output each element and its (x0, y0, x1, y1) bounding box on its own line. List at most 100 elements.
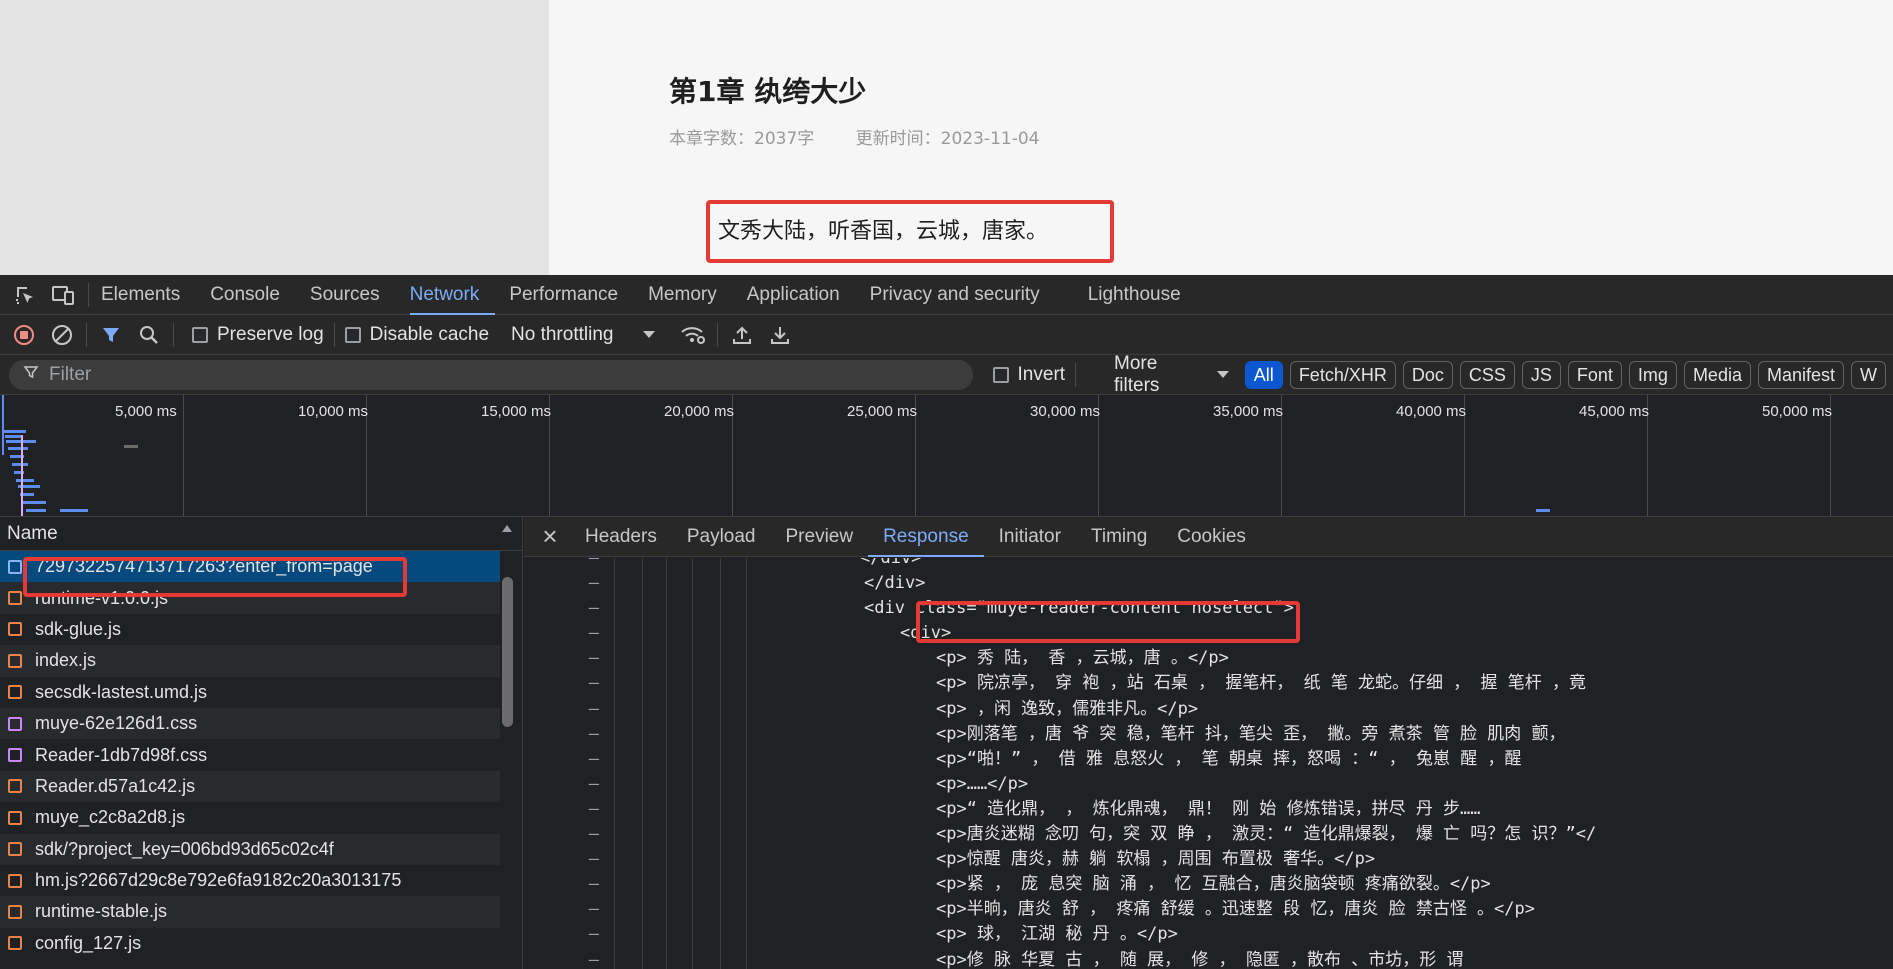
request-row[interactable]: Reader-1db7d98f.css (0, 739, 500, 770)
filter-funnel-icon[interactable] (97, 321, 125, 349)
throttling-select[interactable]: No throttling (511, 324, 656, 346)
devtools-main-tabs: Elements Console Sources Network Perform… (0, 275, 1893, 315)
preserve-log-checkbox[interactable]: Preserve log (192, 324, 324, 346)
tab-cookies[interactable]: Cookies (1162, 517, 1261, 557)
request-row[interactable]: sdk/?project_key=006bd93d65c02c4f (0, 833, 500, 865)
disable-cache-label: Disable cache (369, 323, 490, 345)
line-gutter-dash: – (588, 558, 599, 568)
waterfall-bar (60, 509, 88, 512)
request-row[interactable]: secsdk-lastest.umd.js (0, 677, 500, 708)
request-name: muye-62e126d1.css (35, 713, 198, 734)
request-row[interactable]: muye-62e126d1.css (0, 707, 500, 740)
filter-chip-doc[interactable]: Doc (1402, 360, 1453, 389)
code-text: <div class="muye-reader-content noselect… (864, 598, 1294, 619)
document-icon (8, 559, 22, 574)
search-icon[interactable] (135, 321, 163, 349)
name-column-header[interactable]: Name (0, 517, 522, 551)
tab-headers[interactable]: Headers (570, 517, 672, 557)
filter-input[interactable] (49, 363, 949, 386)
request-name: Reader.d57a1c42.js (35, 775, 196, 796)
code-text: <p>“ 造化鼎， ， 炼化鼎魂， 鼎！ 刚 始 修炼错误，拼尽 丹 步…… (936, 798, 1481, 819)
filter-chip-img[interactable]: Img (1628, 360, 1677, 389)
device-toolbar-icon[interactable] (50, 282, 76, 308)
request-row[interactable]: config_127.js (0, 928, 500, 959)
tab-elements[interactable]: Elements (101, 275, 196, 315)
import-har-icon[interactable] (728, 321, 756, 349)
scroll-up-arrow-icon[interactable] (502, 525, 512, 532)
tab-lighthouse[interactable]: Lighthouse (1088, 275, 1197, 315)
filter-chip-css[interactable]: CSS (1459, 360, 1515, 389)
request-name: index.js (35, 650, 97, 671)
tab-console[interactable]: Console (210, 275, 296, 315)
request-list-scrollbar[interactable] (502, 577, 513, 727)
filter-chip-media[interactable]: Media (1683, 360, 1751, 389)
code-line: – <p>刚落笔 ，唐 爷 突 稳，笔杆 抖，笔尖 歪， 撇。旁 煮茶 管 脸 肌… (524, 722, 1893, 747)
filter-funnel-icon (23, 364, 39, 386)
code-line: – <p> 秀 陆， 香 ，云城，唐 。</p> (524, 646, 1893, 671)
tab-initiator[interactable]: Initiator (984, 517, 1076, 557)
tab-memory[interactable]: Memory (648, 275, 733, 315)
page-viewport: 第1章 纨绔大少 本章字数：2037字 更新时间：2023-11-04 文秀大陆… (0, 0, 1893, 275)
script-icon (8, 653, 22, 668)
filter-chip-js[interactable]: JS (1521, 360, 1561, 389)
request-row[interactable]: runtime-stable.js (0, 896, 500, 928)
request-name: runtime-stable.js (35, 901, 168, 922)
disable-cache-checkbox[interactable]: Disable cache (344, 323, 490, 346)
line-gutter-dash: – (588, 723, 599, 744)
more-filters-dropdown[interactable]: More filters (1114, 353, 1229, 397)
request-row[interactable]: index.js (0, 645, 500, 677)
timeline-tick-label: 45,000 ms (1579, 403, 1650, 420)
word-count: 本章字数：2037字 (669, 129, 815, 149)
tab-application[interactable]: Application (747, 275, 856, 315)
waterfall-bar (22, 501, 46, 504)
request-row[interactable]: runtime-v1.0.0.js (0, 582, 500, 614)
response-body[interactable]: – </div> – </div> – <div class="muye-reader-c… (524, 558, 1893, 969)
waterfall-bar (2, 430, 26, 433)
filter-chip-fetch-xhr[interactable]: Fetch/XHR (1289, 360, 1396, 389)
filter-chip-manifest[interactable]: Manifest (1757, 360, 1844, 389)
detail-tabs: × Headers Payload Preview Response Initi… (524, 517, 1893, 557)
request-name: secsdk-lastest.umd.js (35, 681, 208, 702)
tab-network[interactable]: Network (409, 275, 496, 315)
network-overview-timeline[interactable]: 5,000 ms 10,000 ms 15,000 ms 20,000 ms 25,00… (0, 395, 1893, 517)
checkbox-box[interactable] (992, 366, 1009, 383)
waterfall-bar (8, 447, 28, 450)
close-icon[interactable]: × (530, 521, 570, 552)
script-icon (8, 842, 22, 857)
tab-preview[interactable]: Preview (771, 517, 869, 557)
tab-payload[interactable]: Payload (672, 517, 771, 557)
invert-checkbox[interactable]: Invert (992, 364, 1065, 386)
tab-response[interactable]: Response (868, 517, 984, 557)
checkbox-box[interactable] (344, 326, 361, 343)
request-row[interactable]: muye_c2c8a2d8.js (0, 802, 500, 833)
request-name: hm.js?2667d29c8e792e6fa9182c20a3013175 (35, 870, 402, 891)
filter-chip-all[interactable]: All (1244, 360, 1283, 389)
tab-timing[interactable]: Timing (1076, 517, 1162, 557)
waterfall-bar (16, 479, 34, 482)
toolbar-separator (173, 322, 174, 347)
request-row[interactable]: sdk-glue.js (0, 614, 500, 645)
request-row[interactable]: hm.js?2667d29c8e792e6fa9182c20a3013175 (0, 865, 500, 896)
code-line: – </div> (524, 558, 1893, 571)
request-name: sdk/?project_key=006bd93d65c02c4f (35, 838, 334, 859)
code-text: <p>“啪！” ， 借 雅 息怒火 ， 笔 朝桌 摔，怒喝 ：“ ， 兔崽 醒 … (936, 748, 1522, 769)
network-conditions-icon[interactable] (679, 321, 707, 349)
request-row[interactable]: Reader.d57a1c42.js (0, 770, 500, 803)
request-row[interactable]: 7297322574713717263?enter_from=page (0, 551, 500, 583)
dom-content-marker (2, 395, 4, 455)
export-har-icon[interactable] (766, 321, 794, 349)
checkbox-box[interactable] (192, 326, 208, 343)
clear-icon[interactable] (48, 321, 76, 349)
request-name: Reader-1db7d98f.css (35, 744, 208, 765)
toolbar-separator (86, 322, 87, 347)
filter-field[interactable] (9, 359, 973, 390)
filter-chip-ws[interactable]: W (1851, 360, 1886, 389)
tab-sources[interactable]: Sources (310, 275, 396, 315)
timeline-tick-label: 35,000 ms (1213, 403, 1284, 420)
line-gutter-dash: – (588, 798, 599, 819)
tab-performance[interactable]: Performance (509, 275, 634, 315)
inspect-element-icon[interactable] (12, 282, 38, 308)
filter-chip-font[interactable]: Font (1567, 360, 1622, 389)
tab-privacy-security[interactable]: Privacy and security (870, 275, 1056, 315)
stop-recording-icon[interactable] (10, 321, 38, 349)
